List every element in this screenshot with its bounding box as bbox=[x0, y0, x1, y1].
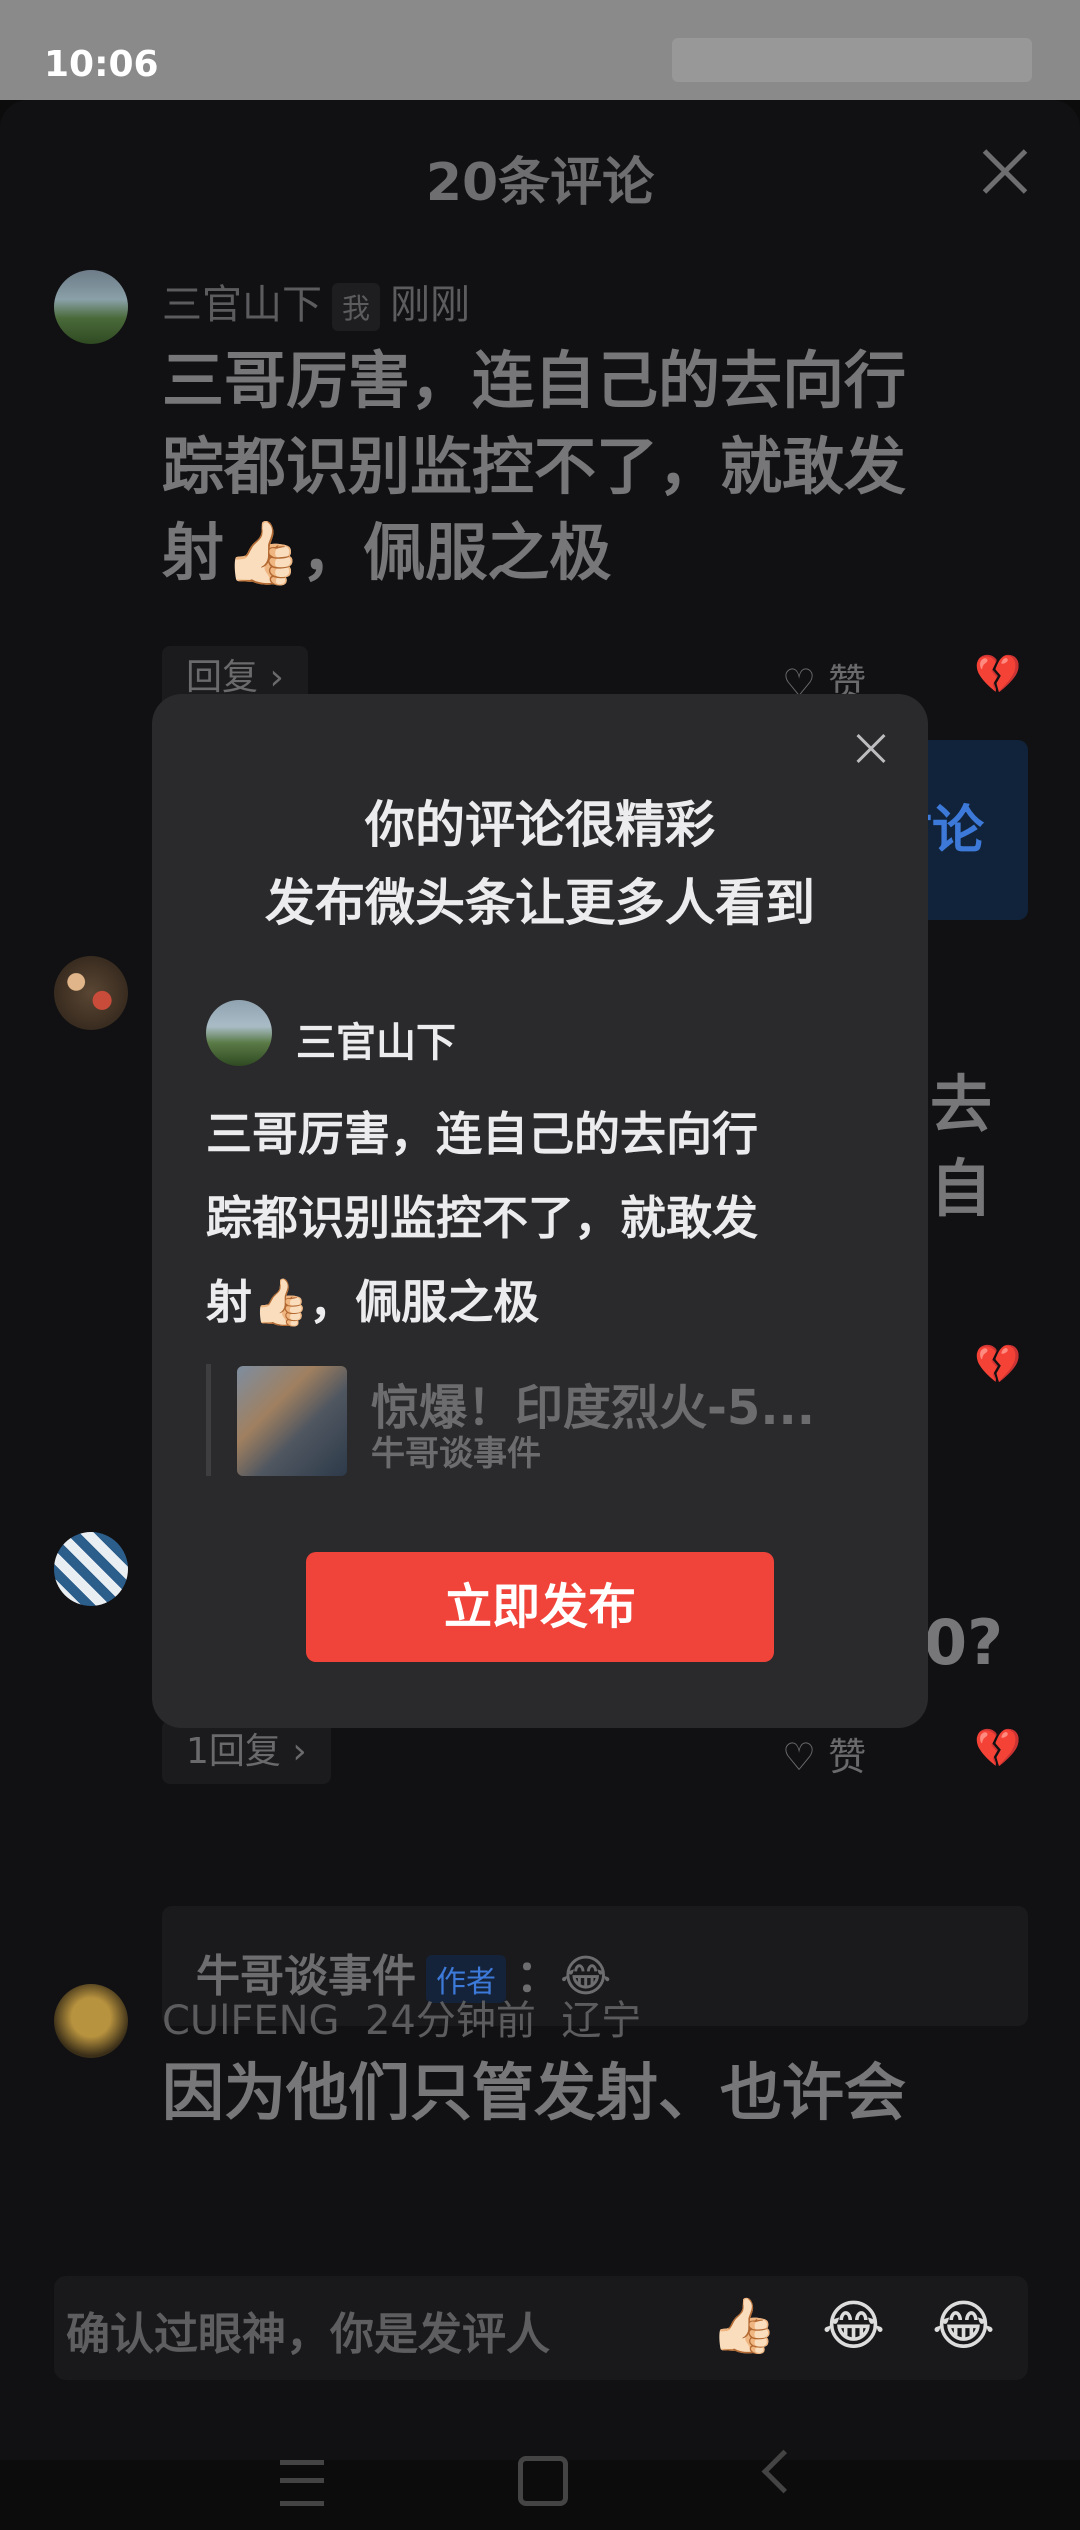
article-thumbnail bbox=[237, 1366, 347, 1476]
sheet-title: 20条评论 bbox=[425, 153, 655, 213]
dialog-comment-text: 三哥厉害，连自己的去向行 踪都识别监控不了，就敢发 射👍🏻，佩服之极 bbox=[206, 1092, 886, 1344]
back-icon[interactable] bbox=[761, 2449, 806, 2494]
comment-line: 踪都识别监控不了，就敢发 bbox=[162, 430, 907, 503]
dialog-comment-line: 踪都识别监控不了，就敢发 bbox=[206, 1191, 758, 1245]
avatar[interactable] bbox=[54, 1532, 128, 1606]
comment-user[interactable]: CUlFENG bbox=[162, 1998, 340, 2044]
reply-button[interactable]: 1回复 › bbox=[162, 1720, 331, 1784]
comment-meta: CUlFENG 24分钟前 辽宁 bbox=[162, 1988, 641, 2046]
avatar[interactable] bbox=[54, 1984, 128, 2058]
comment-line: 射👍🏻，佩服之极 bbox=[162, 516, 612, 589]
dialog-avatar bbox=[206, 1000, 272, 1066]
comment-text: 因为他们只管发射、也许会 bbox=[162, 2056, 907, 2129]
home-icon[interactable] bbox=[518, 2456, 568, 2506]
dialog-title: 你的评论很精彩 发布微头条让更多人看到 bbox=[152, 786, 928, 942]
status-bar: 10:06 bbox=[0, 0, 1080, 100]
dialog-comment-line: 三哥厉害，连自己的去向行 bbox=[206, 1107, 758, 1161]
dislike-icon[interactable]: 💔 bbox=[974, 1726, 1021, 1771]
comment-time: 24分钟前 bbox=[364, 1998, 536, 2044]
status-icons bbox=[672, 38, 1032, 82]
dialog-username: 三官山下 bbox=[296, 1020, 456, 1066]
input-placeholder: 确认过眼神，你是发评人 bbox=[66, 2309, 550, 2360]
avatar[interactable] bbox=[54, 270, 128, 344]
publish-dialog: 你的评论很精彩 发布微头条让更多人看到 三官山下 三哥厉害，连自己的去向行 踪都… bbox=[152, 694, 928, 1728]
thumbs-up-emoji-button[interactable]: 👍🏻 bbox=[710, 2294, 777, 2358]
dialog-title-line: 发布微头条让更多人看到 bbox=[265, 874, 815, 932]
publish-button[interactable]: 立即发布 bbox=[306, 1552, 774, 1662]
like-button[interactable]: ♡ 赞 bbox=[782, 1726, 866, 1781]
comment-text-partial: 0? bbox=[924, 1606, 1004, 1679]
comment-time: 刚刚 bbox=[390, 282, 471, 328]
dislike-icon[interactable]: 💔 bbox=[974, 652, 1021, 697]
comment-text-partial: 自 bbox=[930, 1152, 993, 1225]
menu-icon[interactable] bbox=[280, 2460, 324, 2506]
comment-meta: 三官山下我刚刚 bbox=[162, 272, 470, 331]
avatar[interactable] bbox=[54, 956, 128, 1030]
dialog-close-icon[interactable] bbox=[856, 734, 886, 764]
rofl-emoji-button[interactable]: 😂 bbox=[932, 2294, 995, 2357]
system-nav-bar bbox=[0, 2430, 1080, 2530]
me-badge: 我 bbox=[332, 283, 381, 331]
article-reference[interactable]: 惊爆！印度烈火-5... 牛哥谈事件 bbox=[206, 1364, 871, 1476]
comment-text: 三哥厉害，连自己的去向行 踪都识别监控不了，就敢发 射👍🏻，佩服之极 bbox=[162, 338, 906, 596]
dialog-title-line: 你的评论很精彩 bbox=[365, 796, 715, 854]
dislike-icon[interactable]: 💔 bbox=[974, 1342, 1021, 1387]
comment-line: 三哥厉害，连自己的去向行 bbox=[162, 344, 907, 417]
comment-text-partial: 去 bbox=[930, 1068, 993, 1141]
comment-location: 辽宁 bbox=[561, 1998, 642, 2044]
close-icon[interactable] bbox=[980, 146, 1030, 196]
article-source: 牛哥谈事件 bbox=[371, 1434, 541, 1474]
laugh-emoji-button[interactable]: 😂 bbox=[822, 2294, 885, 2357]
dialog-comment-line: 射👍🏻，佩服之极 bbox=[206, 1275, 540, 1329]
comment-input[interactable]: 确认过眼神，你是发评人 👍🏻 😂 😂 bbox=[54, 2276, 1028, 2380]
comment-user[interactable]: 三官山下 bbox=[162, 282, 322, 328]
status-time: 10:06 bbox=[44, 44, 159, 85]
